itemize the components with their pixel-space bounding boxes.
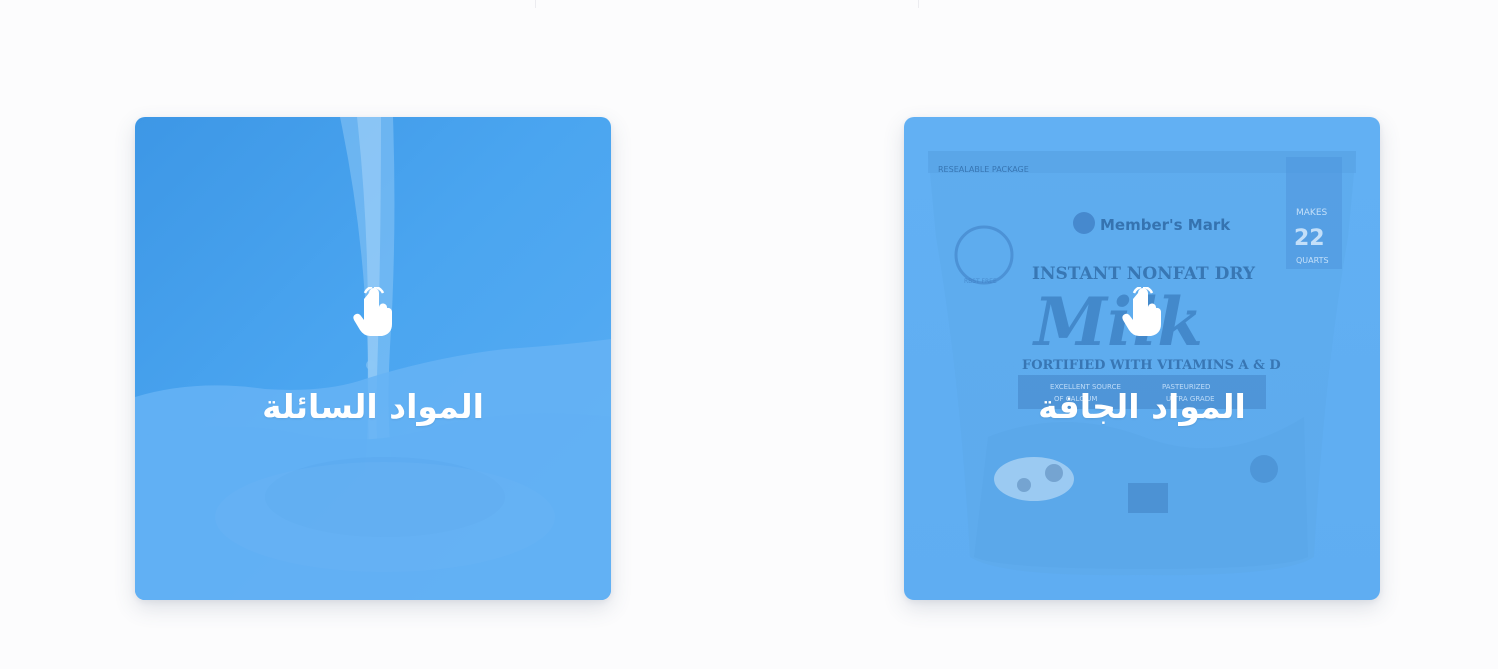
card-title: المواد السائلة xyxy=(262,387,484,426)
divider xyxy=(535,0,536,8)
card-title: المواد الجافة xyxy=(1038,387,1246,426)
pointer-hand-icon xyxy=(1122,287,1162,336)
liquid-materials-card[interactable]: المواد السائلة xyxy=(135,117,611,600)
dry-materials-card[interactable]: RESEALABLE PACKAGE Member's Mark RBST FR… xyxy=(904,117,1380,600)
categories-section: المواد السائلة RESEALABLE PACKAGE Member… xyxy=(0,0,1498,669)
divider xyxy=(918,0,919,8)
pointer-hand-icon xyxy=(353,287,393,336)
